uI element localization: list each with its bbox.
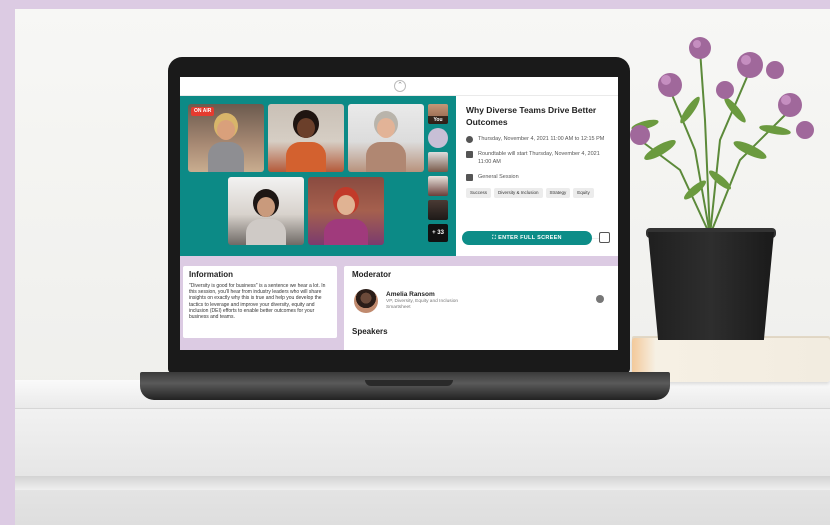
lavender-border-left [0,0,15,525]
participant-face [297,118,315,138]
add-to-calendar-icon[interactable] [599,232,610,243]
participant-body [246,219,286,245]
plant-pot [648,232,774,340]
participant-thumbnail[interactable] [428,200,448,220]
more-participants-count[interactable]: + 33 [428,224,448,242]
moderator-role: VP, Diversity, Equity and Inclusion [386,299,459,304]
desk-drawer [15,476,830,490]
moderator-panel: Moderator Amelia Ransom VP, Diversity, E… [344,266,618,350]
plant-illustration [630,37,814,236]
session-date-row: Thursday, November 4, 2021 11:00 AM to 1… [466,135,610,143]
self-thumbnail[interactable]: You [428,104,448,124]
information-heading: Information [189,270,233,279]
tag-list: Success Diversity & Inclusion Strategy E… [466,188,610,198]
lower-content: Information "Diversity is good for busin… [180,262,618,350]
information-panel: Information "Diversity is good for busin… [183,266,337,338]
moderator-org: Smartsheet [386,305,411,310]
desk-front [15,408,830,525]
session-type: General Session [478,174,519,180]
roundtable-text: Roundtable will start Thursday, November… [478,151,600,165]
participant-thumbnail[interactable] [428,152,448,172]
you-label: You [428,116,448,124]
participant-video-5[interactable] [308,177,384,245]
speakers-heading: Speakers [352,327,388,336]
participant-face [257,197,275,217]
participant-thumbnail-strip: You + 33 [428,104,450,244]
live-badge: ON AIR [191,107,215,116]
roundtable-row: Roundtable will start Thursday, November… [466,150,610,166]
participant-body [366,142,406,172]
app-topbar: ⌃ [180,77,618,96]
session-type-row: General Session [466,173,610,181]
laptop-screen: ⌃ ON AIR You + 33 Why Diverse Teams Driv… [180,77,618,350]
lavender-border-top [0,0,830,9]
participant-video-3[interactable] [348,104,424,172]
moderator-name: Amelia Ransom [386,291,435,298]
user-icon[interactable] [596,295,604,303]
moderator-heading: Moderator [352,270,392,279]
tag[interactable]: Equity [573,188,594,198]
information-text: "Diversity is good for business" is a se… [189,283,326,321]
participant-face [337,195,355,215]
participant-video-2[interactable] [268,104,344,172]
session-title: Why Diverse Teams Drive Better Outcomes [466,105,597,127]
participant-body [286,142,326,172]
participant-video-4[interactable] [228,177,304,245]
session-type-icon [466,174,473,181]
moderator-card[interactable]: Amelia Ransom VP, Diversity, Equity and … [352,289,610,319]
avatar [354,289,378,313]
participant-thumbnail[interactable] [428,176,448,196]
session-date: Thursday, November 4, 2021 11:00 AM to 1… [478,136,605,142]
tag[interactable]: Success [466,188,492,198]
laptop-notch [365,380,453,386]
avatar[interactable] [428,128,448,148]
video-stage: ON AIR You + 33 [180,96,456,256]
clock-icon [466,136,473,143]
participant-video-1[interactable]: ON AIR [188,104,264,172]
participant-body [324,219,368,245]
tag[interactable]: Strategy [545,188,571,198]
participant-face [377,118,395,138]
participant-body [208,142,244,172]
enter-full-screen-button[interactable]: ⛶ ENTER FULL SCREEN [462,231,592,245]
laptop-base [140,372,670,400]
roundtable-icon [466,151,473,158]
participant-face [217,120,235,140]
tag[interactable]: Diversity & Inclusion [494,188,543,198]
chevron-up-icon[interactable]: ⌃ [394,80,406,92]
